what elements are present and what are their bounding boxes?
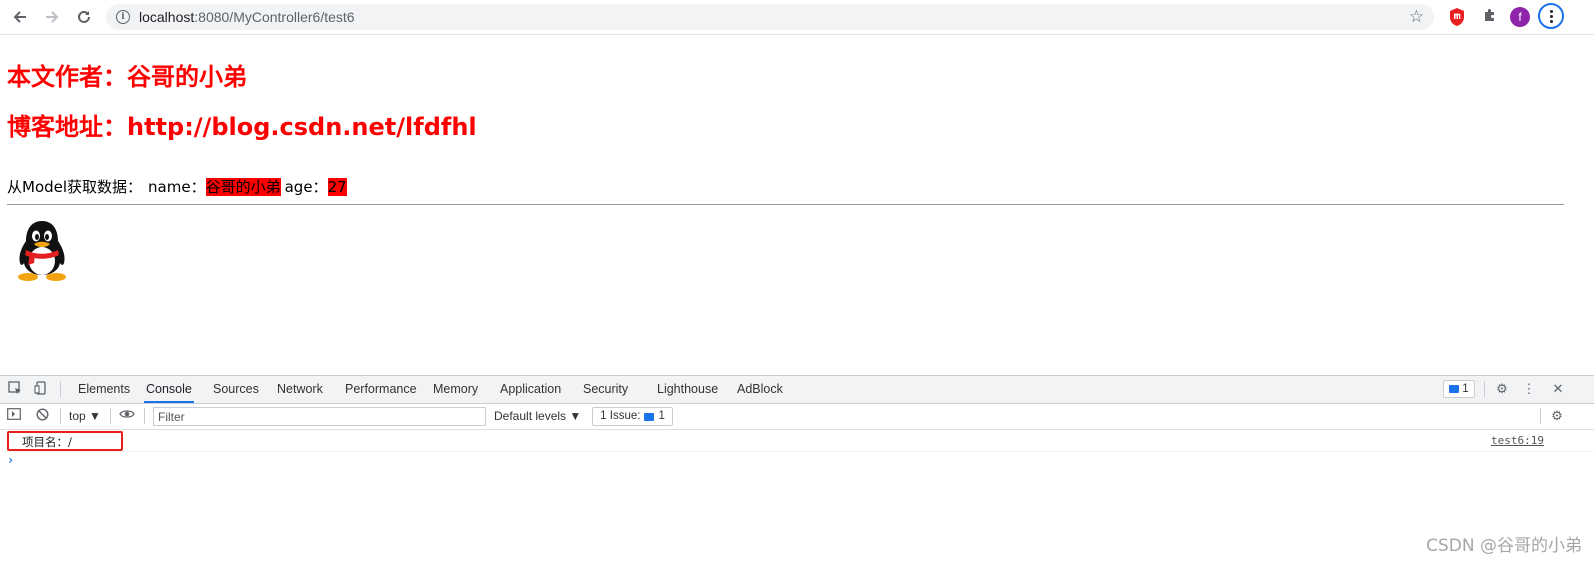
console-filter-input[interactable] <box>153 407 486 426</box>
csdn-watermark: CSDN @谷哥的小弟 <box>1426 536 1582 556</box>
issues-button[interactable]: 1 Issue: 1 <box>592 407 673 426</box>
message-icon <box>644 412 655 421</box>
page-content: 本文作者：谷哥的小弟 博客地址：http://blog.csdn.net/lfd… <box>0 35 1594 375</box>
extensions-puzzle-icon[interactable] <box>1481 7 1499 27</box>
model-data-line: 从Model获取数据： name：谷哥的小弟 age：27 <box>7 176 347 197</box>
url-text[interactable]: localhost:8080/MyController6/test6 <box>139 9 355 25</box>
tab-network[interactable]: Network <box>275 376 325 403</box>
tab-elements[interactable]: Elements <box>76 376 132 403</box>
tab-sources[interactable]: Sources <box>211 376 261 403</box>
filter-separator <box>1540 408 1541 424</box>
horizontal-rule <box>7 204 1564 205</box>
tab-performance[interactable]: Performance <box>343 376 419 403</box>
message-icon <box>1449 385 1460 393</box>
tab-separator <box>1484 381 1485 397</box>
profile-avatar[interactable]: f <box>1510 7 1530 27</box>
tab-security[interactable]: Security <box>581 376 630 403</box>
filter-separator <box>144 408 145 424</box>
filter-separator <box>110 408 111 424</box>
reload-icon[interactable] <box>72 5 96 29</box>
forward-arrow-icon[interactable] <box>40 5 64 29</box>
log-levels-dropdown[interactable]: Default levels ▼ <box>494 409 581 423</box>
name-label: name： <box>148 178 206 196</box>
log-source-link[interactable]: test6:19 <box>1491 434 1544 447</box>
inspect-element-icon[interactable] <box>7 381 23 397</box>
close-devtools-icon[interactable]: ✕ <box>1550 381 1566 397</box>
tab-adblock[interactable]: AdBlock <box>735 376 785 403</box>
more-options-icon[interactable]: ⋮ <box>1521 381 1537 397</box>
context-selector[interactable]: top ▼ <box>69 409 101 423</box>
qq-penguin-logo <box>14 217 70 283</box>
console-settings-gear-icon[interactable]: ⚙ <box>1549 408 1565 424</box>
tab-memory[interactable]: Memory <box>431 376 480 403</box>
clear-console-icon[interactable] <box>34 408 50 424</box>
tab-application[interactable]: Application <box>498 376 563 403</box>
filter-separator <box>60 408 61 424</box>
site-info-icon[interactable]: i <box>116 10 130 24</box>
bookmark-star-icon[interactable]: ☆ <box>1409 7 1424 27</box>
console-log-row: 项目名：/ test6:19 <box>0 430 1594 452</box>
devtools-tab-bar: Elements Console Sources Network Perform… <box>0 376 1594 404</box>
back-arrow-icon[interactable] <box>8 5 32 29</box>
log-message: 项目名：/ <box>22 435 72 449</box>
age-value: 27 <box>327 178 347 196</box>
console-prompt[interactable]: › <box>7 453 14 467</box>
tab-separator <box>60 381 61 397</box>
address-bar[interactable]: i localhost:8080/MyController6/test6 ☆ <box>106 4 1434 30</box>
age-label: age： <box>284 178 328 196</box>
devtools-panel: Elements Console Sources Network Perform… <box>0 375 1594 570</box>
issues-counter-badge[interactable]: 1 <box>1443 380 1475 398</box>
device-toolbar-icon[interactable] <box>33 381 49 397</box>
live-expression-eye-icon[interactable] <box>119 408 135 424</box>
blog-heading: 博客地址：http://blog.csdn.net/lfdfhl <box>7 113 477 141</box>
tab-console[interactable]: Console <box>144 376 194 403</box>
settings-gear-icon[interactable]: ⚙ <box>1494 381 1510 397</box>
browser-menu-icon[interactable] <box>1538 3 1564 29</box>
console-filter-bar: top ▼ Default levels ▼ 1 Issue: 1 ⚙ <box>0 404 1594 430</box>
model-prefix: 从Model获取数据： <box>7 178 143 196</box>
tab-lighthouse[interactable]: Lighthouse <box>655 376 720 403</box>
browser-toolbar: i localhost:8080/MyController6/test6 ☆ f <box>0 0 1594 35</box>
name-value: 谷哥的小弟 <box>205 178 281 196</box>
sidebar-toggle-icon[interactable] <box>6 408 22 424</box>
author-heading: 本文作者：谷哥的小弟 <box>7 63 247 91</box>
adblock-extension-icon[interactable] <box>1448 7 1466 27</box>
